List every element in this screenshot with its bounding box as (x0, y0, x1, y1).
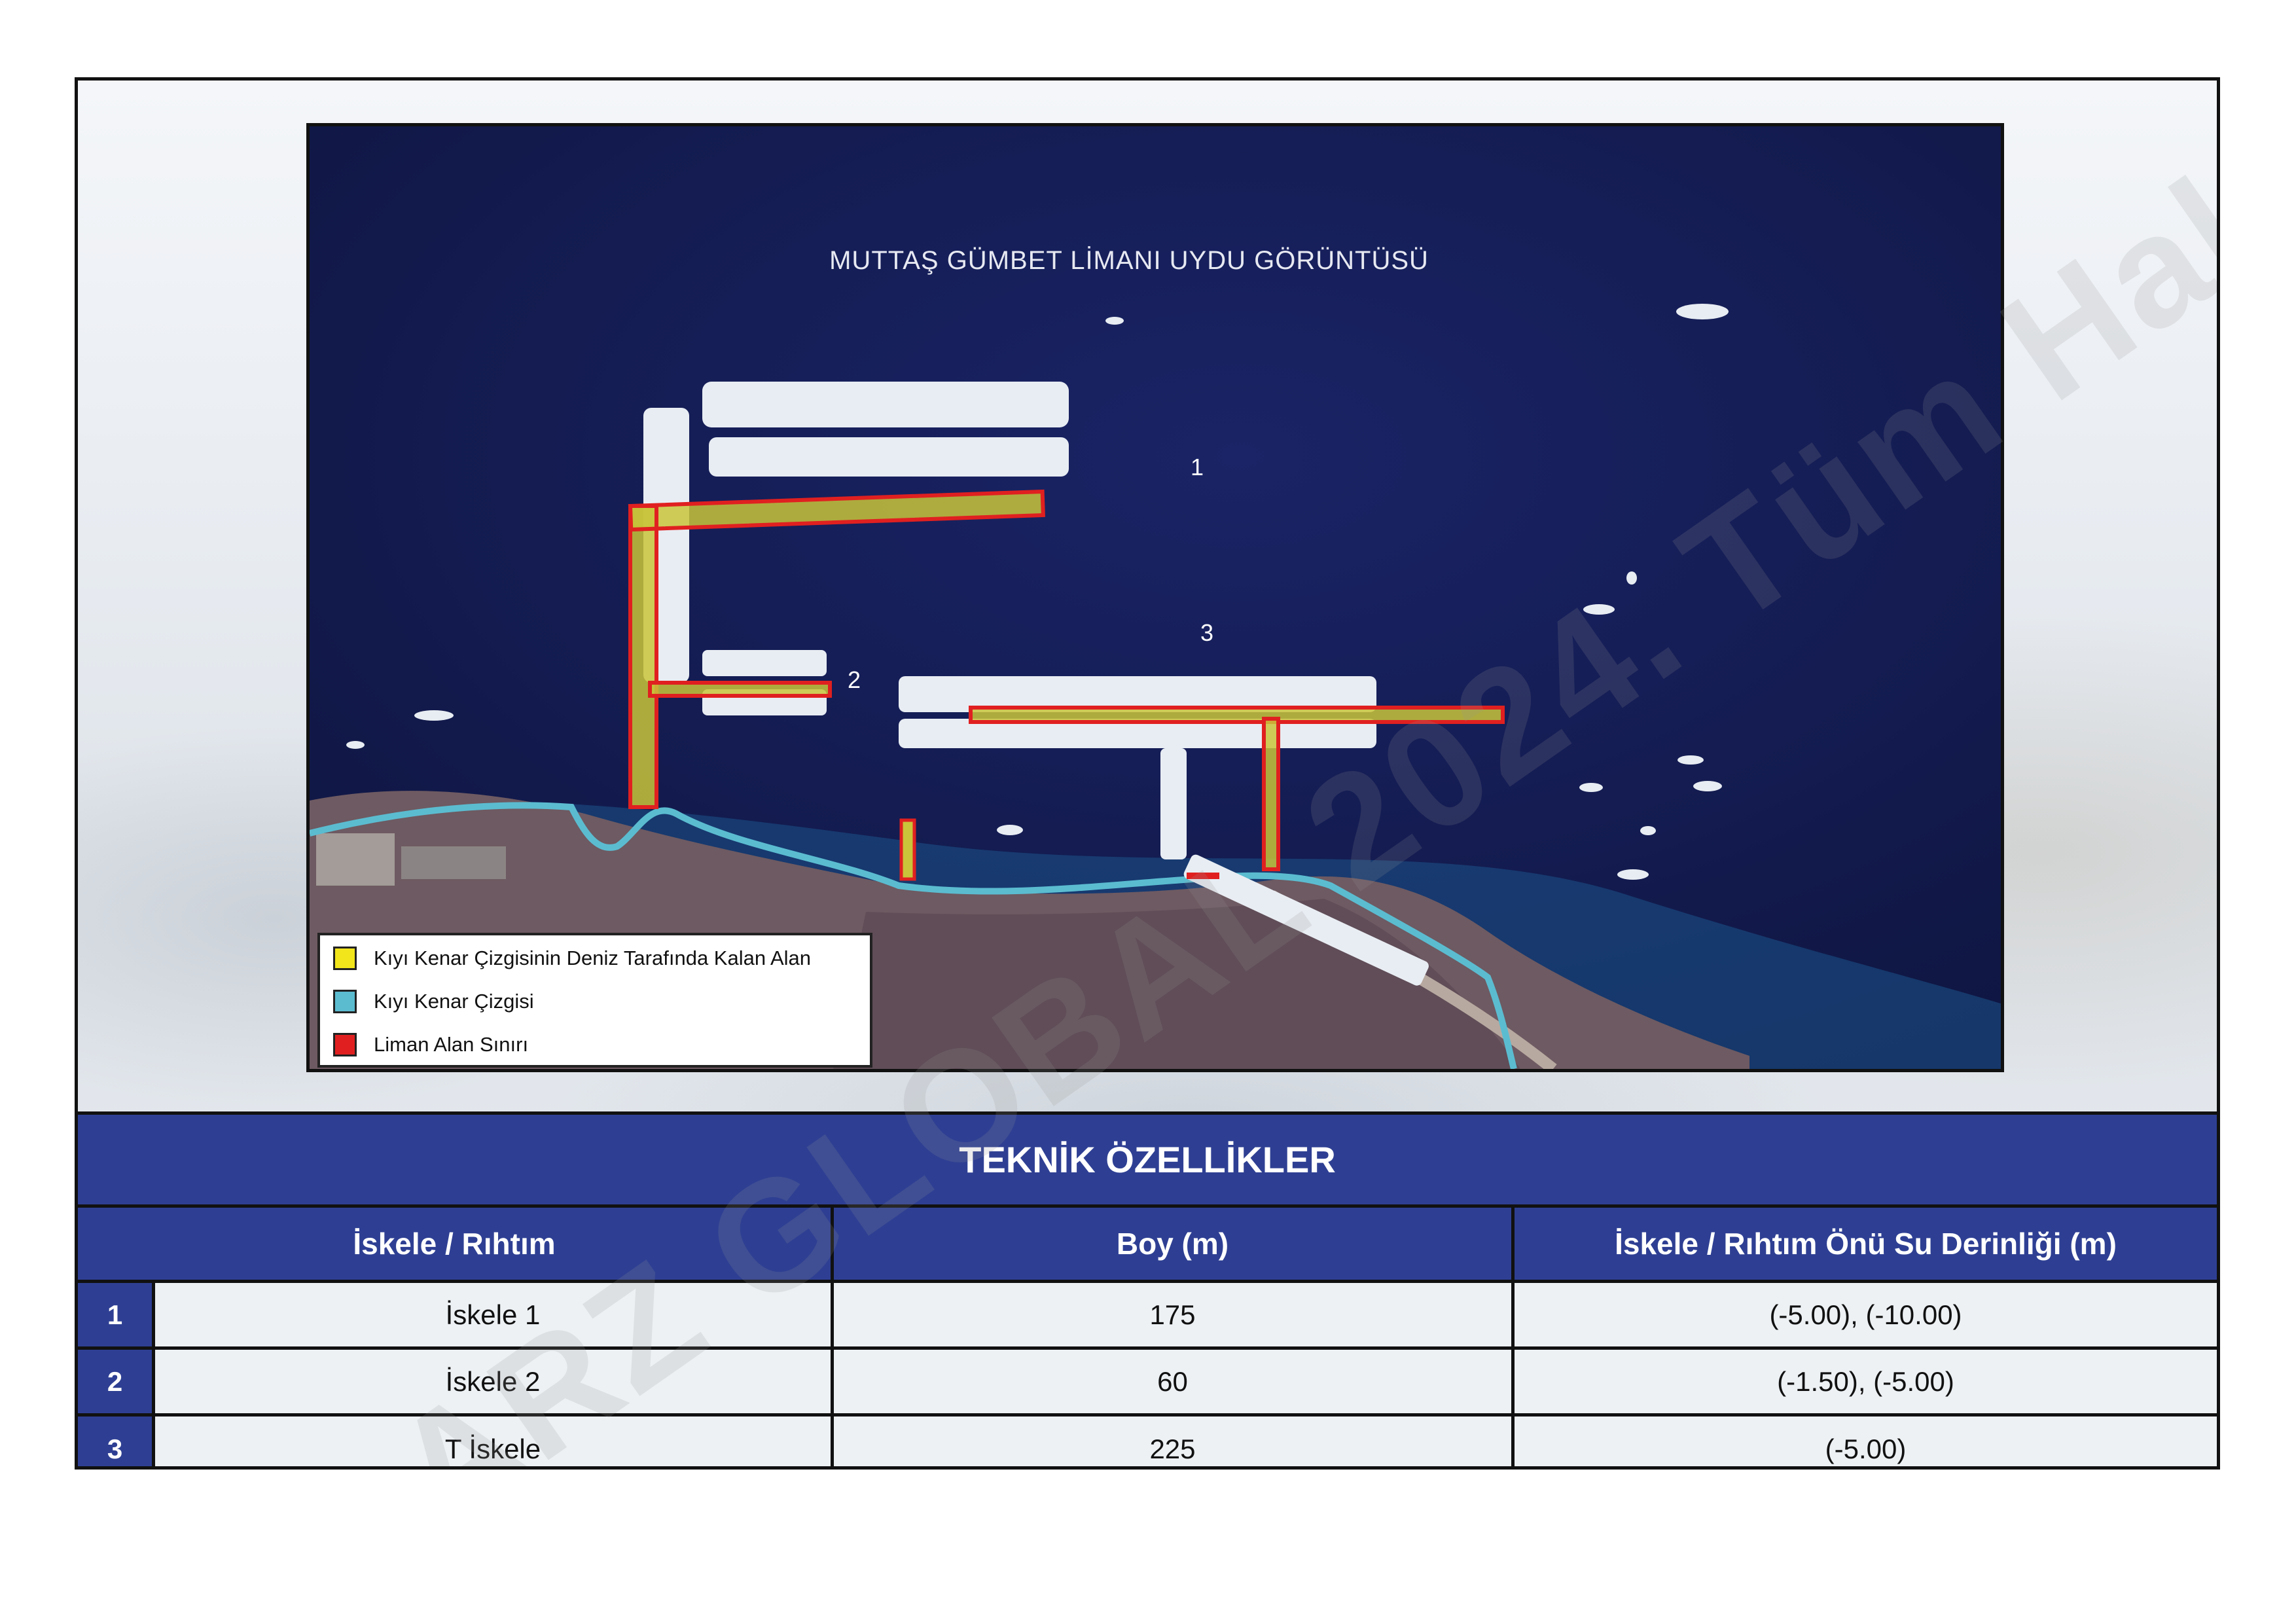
table-row: 3 T İskele 225 (-5.00) (78, 1416, 2217, 1466)
legend-label: Kıyı Kenar Çizgisi (374, 990, 534, 1013)
legend-swatch-red (333, 1033, 357, 1056)
legend-swatch-yellow (333, 947, 357, 970)
row-number: 3 (78, 1416, 155, 1466)
row-depth: (-1.50), (-5.00) (1515, 1350, 2217, 1413)
header-pier: İskele / Rıhtım (78, 1208, 834, 1280)
row-length: 175 (834, 1283, 1515, 1346)
page-frame: MUTTAŞ GÜMBET LİMANI UYDU GÖRÜNTÜSÜ 1 2 … (75, 77, 2220, 1470)
row-name: T İskele (155, 1416, 834, 1466)
row-length: 225 (834, 1416, 1515, 1466)
table-title-bar: TEKNİK ÖZELLİKLER (78, 1111, 2217, 1208)
table-row: 2 İskele 2 60 (-1.50), (-5.00) (78, 1350, 2217, 1416)
row-depth: (-5.00) (1515, 1416, 2217, 1466)
row-name: İskele 2 (155, 1350, 834, 1413)
satellite-map: MUTTAŞ GÜMBET LİMANI UYDU GÖRÜNTÜSÜ 1 2 … (306, 123, 2004, 1072)
building (316, 833, 395, 886)
row-length: 60 (834, 1350, 1515, 1413)
row-name: İskele 1 (155, 1283, 834, 1346)
legend-item: Liman Alan Sınırı (333, 1028, 528, 1061)
map-title: MUTTAŞ GÜMBET LİMANI UYDU GÖRÜNTÜSÜ (829, 246, 1429, 275)
small-pier (899, 818, 916, 881)
table-row: 1 İskele 1 175 (-5.00), (-10.00) (78, 1283, 2217, 1350)
pier-label-2: 2 (848, 666, 861, 693)
header-length: Boy (m) (834, 1208, 1515, 1280)
row-number: 2 (78, 1350, 155, 1413)
boundary-segment (1187, 873, 1219, 879)
table-header-row: İskele / Rıhtım Boy (m) İskele / Rıhtım … (78, 1208, 2217, 1283)
legend-label: Kıyı Kenar Çizgisinin Deniz Tarafında Ka… (374, 947, 812, 969)
row-number: 1 (78, 1283, 155, 1346)
row-depth: (-5.00), (-10.00) (1515, 1283, 2217, 1346)
legend-item: Kıyı Kenar Çizgisinin Deniz Tarafında Ka… (333, 942, 811, 975)
header-depth: İskele / Rıhtım Önü Su Derinliği (m) (1515, 1208, 2217, 1280)
pier-label-3: 3 (1200, 619, 1214, 646)
pier-label-1: 1 (1191, 454, 1204, 480)
pier-2-area (648, 681, 832, 698)
building (401, 846, 506, 879)
legend-item: Kıyı Kenar Çizgisi (333, 985, 534, 1018)
legend-label: Liman Alan Sınırı (374, 1033, 529, 1056)
table-title: TEKNİK ÖZELLİKLER (959, 1139, 1336, 1180)
map-legend: Kıyı Kenar Çizgisinin Deniz Tarafında Ka… (317, 933, 872, 1068)
legend-swatch-cyan (333, 990, 357, 1013)
